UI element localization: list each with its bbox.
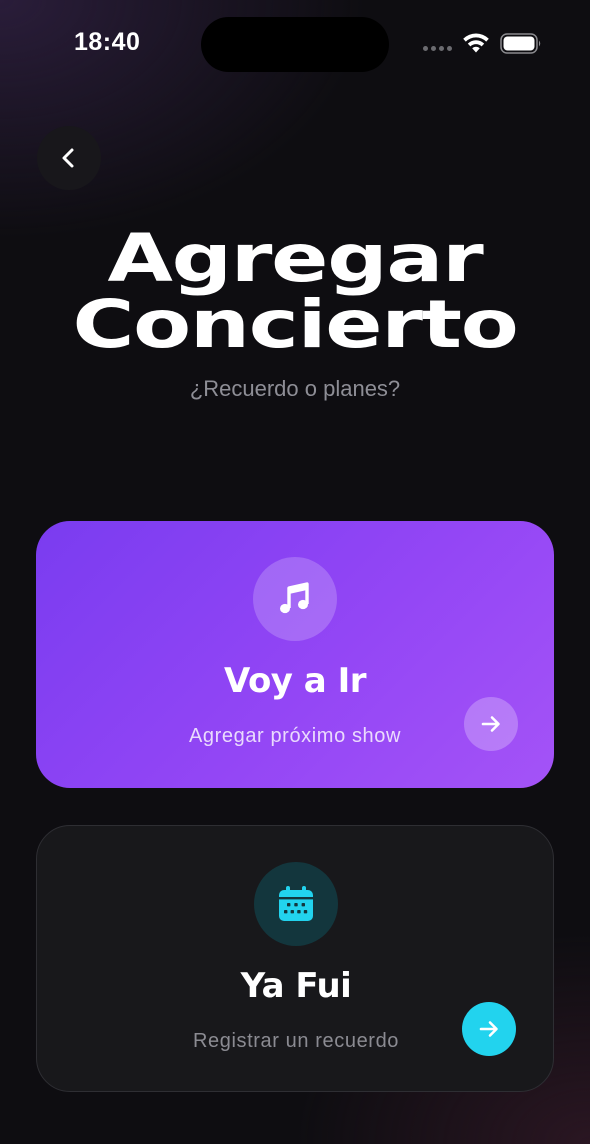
chevron-left-icon — [62, 148, 74, 168]
status-bar: 18:40 — [0, 0, 590, 88]
option-arrow-button-went[interactable] — [462, 1002, 516, 1056]
music-icon-container — [253, 557, 337, 641]
option-card-went[interactable]: Ya Fui Registrar un recuerdo — [36, 825, 554, 1092]
signal-icon — [423, 46, 452, 51]
arrow-right-icon — [481, 716, 500, 732]
music-note-icon — [280, 582, 309, 614]
battery-icon — [500, 33, 541, 54]
page-title-line2: Concierto — [72, 286, 518, 363]
page-title: Agregar Concierto — [0, 226, 590, 358]
wifi-icon — [463, 33, 489, 53]
option-card-going[interactable]: Voy a Ir Agregar próximo show — [36, 521, 554, 788]
option-arrow-button-going[interactable] — [464, 697, 518, 751]
status-time: 18:40 — [74, 28, 141, 56]
page-subtitle: ¿Recuerdo o planes? — [189, 376, 401, 401]
calendar-icon — [279, 886, 313, 921]
option-title-went: Ya Fui — [240, 966, 352, 1006]
back-button[interactable] — [37, 126, 101, 190]
page-title-line1: Agregar — [107, 220, 483, 297]
arrow-right-icon — [479, 1021, 498, 1037]
calendar-icon-container — [254, 862, 338, 946]
dynamic-island — [201, 17, 389, 72]
option-title-going: Voy a Ir — [223, 661, 367, 701]
